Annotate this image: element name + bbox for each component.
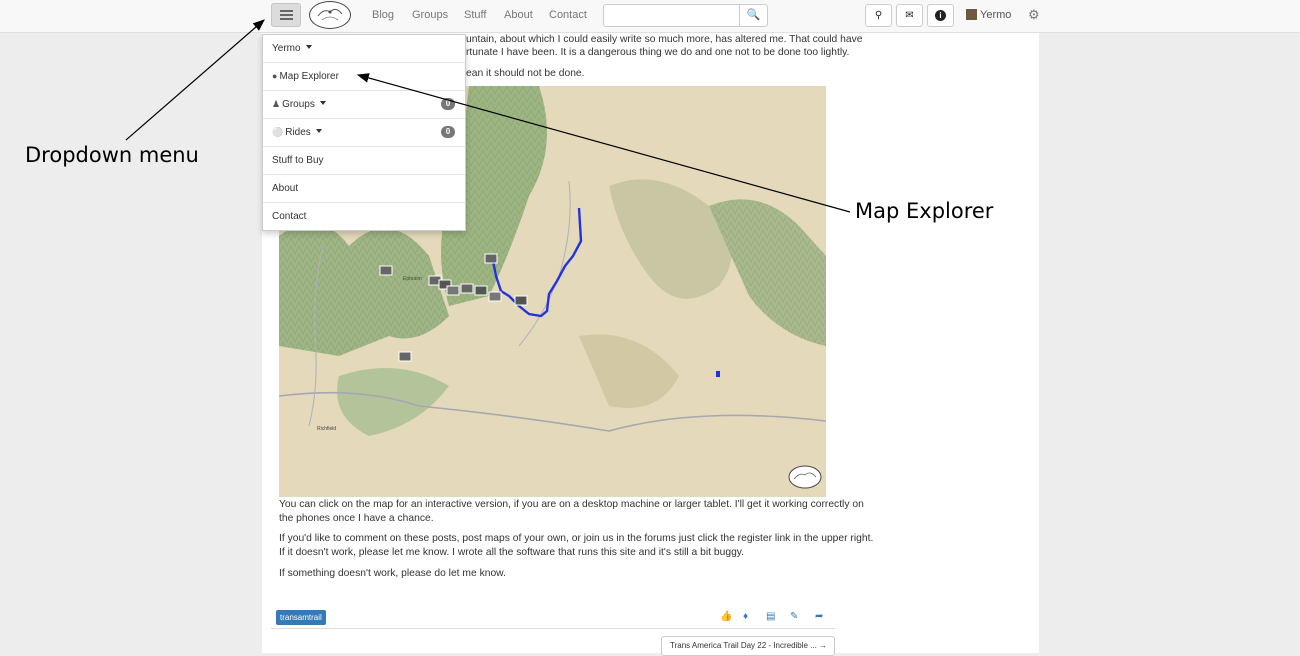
count-badge: 0	[441, 98, 455, 110]
arrow-right-icon: →	[819, 641, 828, 650]
thumbs-up-icon[interactable]: 👍	[720, 611, 732, 622]
caret-down-icon	[315, 129, 322, 133]
dropdown-menu: Yermo ● Map Explorer ♟ Groups 0 ⚪ Rides 0 S…	[262, 34, 466, 231]
article-paragraph-line: If you'd like to comment on these posts,…	[279, 533, 874, 544]
info-button[interactable]: i	[927, 4, 954, 27]
list-icon[interactable]: ▤	[766, 611, 775, 622]
dropdown-item-label: Yermo	[272, 43, 301, 54]
site-logo[interactable]	[309, 1, 351, 29]
nav-link-about[interactable]: About	[504, 9, 533, 21]
annotation-dropdown-menu: Dropdown menu	[25, 143, 199, 167]
dropdown-item-contact[interactable]: Contact	[263, 203, 465, 231]
article-text-line: rtunate I have been. It is a dangerous t…	[466, 47, 850, 58]
dropdown-item-rides[interactable]: ⚪ Rides 0	[263, 119, 465, 147]
nav-link-groups[interactable]: Groups	[412, 9, 448, 21]
zoom-search-button[interactable]: ⚲	[865, 4, 892, 27]
count-badge: 0	[441, 126, 455, 138]
article-text-line: ean it should not be done.	[466, 68, 585, 79]
top-navbar: Blog Groups Stuff About Contact 🔍 ⚲ ✉ i …	[0, 0, 1300, 33]
article-paragraph-line: If something doesn't work, please do let…	[279, 568, 506, 579]
logo-icon	[317, 8, 343, 21]
dropdown-item-groups[interactable]: ♟ Groups 0	[263, 91, 465, 119]
arrow-to-hamburger	[125, 19, 265, 141]
dropdown-item-label: Rides	[285, 127, 311, 138]
map-town-label: Ephraim	[403, 276, 422, 282]
info-icon: i	[935, 10, 946, 21]
dropdown-item-map-explorer[interactable]: ● Map Explorer	[263, 63, 465, 91]
annotation-map-explorer: Map Explorer	[855, 199, 994, 223]
menu-toggle-button[interactable]	[271, 3, 301, 27]
users-icon: ♟	[272, 99, 281, 109]
user-menu[interactable]: Yermo	[966, 9, 1011, 21]
nav-link-blog[interactable]: Blog	[372, 9, 394, 21]
user-name: Yermo	[980, 9, 1012, 21]
next-post-button[interactable]: Trans America Trail Day 22 - Incredible …	[661, 636, 835, 656]
envelope-icon: ✉	[905, 10, 914, 21]
nav-link-contact[interactable]: Contact	[549, 9, 587, 21]
globe-icon: ●	[272, 71, 278, 81]
article-paragraph-line: the phones once I have a chance.	[279, 513, 434, 524]
dropdown-item-label: Map Explorer	[279, 71, 339, 82]
dropdown-item-label: Stuff to Buy	[272, 155, 324, 166]
map-town-label: Richfield	[317, 426, 337, 432]
dropdown-item-stuff-to-buy[interactable]: Stuff to Buy	[263, 147, 465, 175]
search-icon: 🔍	[746, 9, 761, 21]
search-button[interactable]: 🔍	[739, 4, 768, 27]
nav-link-stuff[interactable]: Stuff	[464, 9, 486, 21]
share-icon[interactable]: ➦	[815, 611, 823, 622]
article-text-line: untain, about which I could easily write…	[466, 34, 863, 45]
dropdown-item-label: Contact	[272, 211, 307, 222]
article-paragraph-line: You can click on the map for an interact…	[279, 499, 864, 510]
avatar	[966, 9, 977, 20]
search-zoom-icon: ⚲	[874, 10, 883, 21]
tag-badge[interactable]: transamtrail	[276, 610, 326, 625]
dropdown-item-user[interactable]: Yermo	[263, 35, 465, 63]
dropdown-item-about[interactable]: About	[263, 175, 465, 203]
tag-icon[interactable]: ♦	[743, 611, 748, 622]
caret-down-icon	[319, 101, 326, 105]
motorcycle-icon: ⚪	[272, 127, 284, 137]
dropdown-item-label: About	[272, 183, 299, 194]
article-paragraph-line: If it doesn't work, please let me know. …	[279, 547, 745, 558]
search-input[interactable]	[603, 4, 740, 27]
edit-icon[interactable]: ✎	[790, 611, 798, 622]
dropdown-item-label: Groups	[282, 99, 315, 110]
hamburger-icon	[280, 10, 293, 12]
next-post-label: Trans America Trail Day 22 - Incredible …	[670, 641, 817, 650]
messages-button[interactable]: ✉	[896, 4, 923, 27]
divider	[271, 628, 835, 629]
caret-down-icon	[305, 45, 312, 49]
gear-icon[interactable]: ⚙	[1028, 7, 1040, 23]
